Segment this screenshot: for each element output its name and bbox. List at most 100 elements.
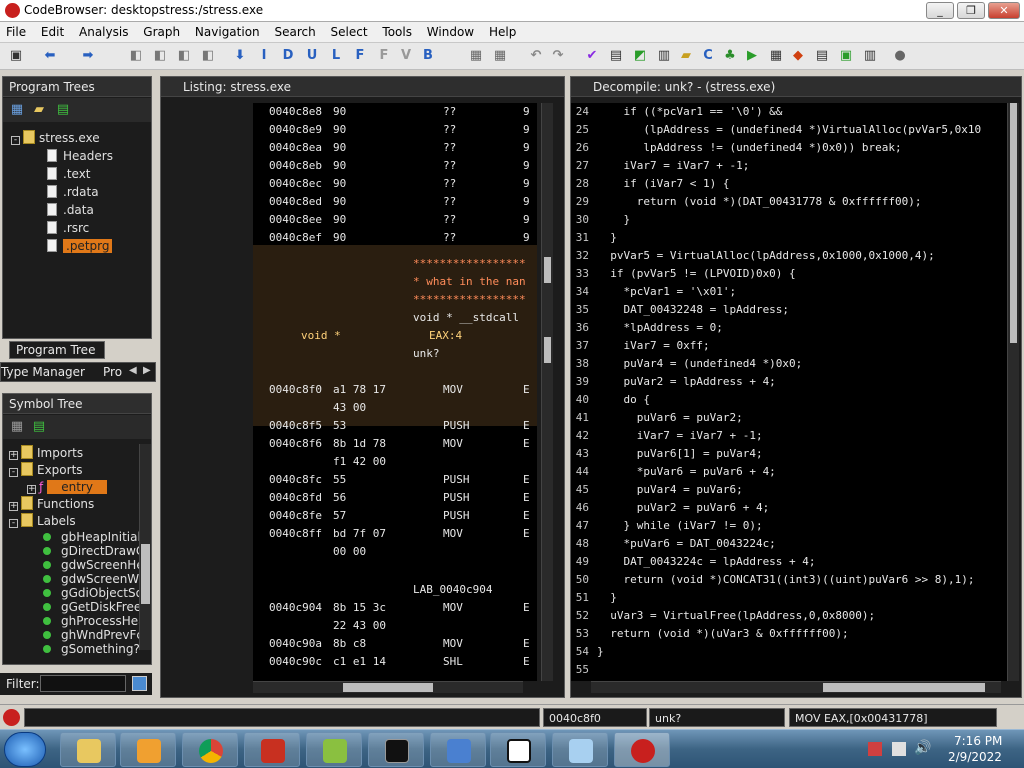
bytes-icon-2[interactable]: ▦ xyxy=(492,48,508,64)
line-number: 32 xyxy=(575,249,589,262)
header-comment: * what in the nan xyxy=(413,275,526,288)
filter-label: Filter: xyxy=(6,677,40,691)
menu-edit[interactable]: Edit xyxy=(35,22,69,39)
menu-window[interactable]: Window xyxy=(421,22,479,39)
u-icon[interactable]: U xyxy=(304,48,320,64)
code-text: (lpAddress = (undefined4 *)VirtualAlloc(… xyxy=(597,123,982,136)
menu-navigation[interactable]: Navigation xyxy=(189,22,265,39)
menu-help[interactable]: Help xyxy=(483,22,521,39)
taskbar-7zip[interactable] xyxy=(490,732,546,767)
folder-icon[interactable]: ▰ xyxy=(678,48,694,64)
row-bytes: 00 00 xyxy=(333,545,367,558)
listing-horizontal-scrollbar[interactable] xyxy=(253,681,523,693)
tree-action-icon[interactable]: ▤ xyxy=(55,102,71,118)
program-tab-2[interactable]: Pro xyxy=(103,365,122,379)
taskbar-notepadpp[interactable] xyxy=(306,732,362,767)
type-manager-tab[interactable]: Type Manager xyxy=(1,365,85,379)
v-icon[interactable]: V xyxy=(398,48,414,64)
symbol-labels[interactable]: - Labels xyxy=(9,513,76,529)
symbol-entry[interactable]: + ƒ entry xyxy=(27,479,107,495)
tool-icon-2[interactable]: ◩ xyxy=(632,48,648,64)
f-icon[interactable]: F xyxy=(352,48,368,64)
tool-icon-1[interactable]: ▤ xyxy=(608,48,624,64)
tray-flag-icon[interactable] xyxy=(892,742,906,756)
menu-file[interactable]: File xyxy=(0,22,31,39)
undo-icon[interactable]: ↶ xyxy=(528,48,544,64)
filter-clear-icon[interactable] xyxy=(132,676,147,691)
decompile-vertical-scrollbar[interactable] xyxy=(1007,103,1019,681)
taskbar-explorer[interactable] xyxy=(60,732,116,767)
close-button[interactable]: ✕ xyxy=(988,2,1020,19)
back-icon[interactable]: ⬅ xyxy=(42,48,58,64)
l-icon[interactable]: L xyxy=(328,48,344,64)
taskbar-chrome[interactable] xyxy=(182,732,238,767)
listing-vertical-scrollbar[interactable] xyxy=(541,103,553,681)
menu-analysis[interactable]: Analysis xyxy=(73,22,133,39)
menu-graph[interactable]: Graph xyxy=(137,22,185,39)
b-icon[interactable]: B xyxy=(420,48,436,64)
nav-icon-1[interactable]: ◧ xyxy=(128,48,144,64)
d-icon[interactable]: D xyxy=(280,48,296,64)
tree-item-petprg[interactable]: .petprg xyxy=(47,238,113,254)
nav-icon-4[interactable]: ◧ xyxy=(200,48,216,64)
tool-icon-11[interactable]: ▣ xyxy=(838,48,854,64)
symbol-action-icon-2[interactable]: ▤ xyxy=(31,419,47,435)
clock-date[interactable]: 2/9/2022 xyxy=(948,750,1002,764)
nav-icon-3[interactable]: ◧ xyxy=(176,48,192,64)
tool-icon-8[interactable]: ▦ xyxy=(768,48,784,64)
f2-icon[interactable]: F xyxy=(376,48,392,64)
new-tree-icon[interactable]: ▦ xyxy=(9,102,25,118)
maximize-button[interactable]: ❐ xyxy=(957,2,985,19)
menu-select[interactable]: Select xyxy=(325,22,373,39)
tool-icon-12[interactable]: ▥ xyxy=(862,48,878,64)
tree-item-rsrc[interactable]: .rsrc xyxy=(47,220,89,236)
redo-icon[interactable]: ↷ xyxy=(550,48,566,64)
tray-volume-icon[interactable]: 🔊 xyxy=(914,740,931,756)
chat-icon[interactable]: ● xyxy=(892,48,908,64)
i-icon[interactable]: I xyxy=(256,48,272,64)
taskbar-media-player[interactable] xyxy=(120,732,176,767)
label-item[interactable]: gSomething? xyxy=(43,641,140,657)
tool-icon-5[interactable]: C xyxy=(700,48,716,64)
tree-item-data[interactable]: .data xyxy=(47,202,94,218)
taskbar-app-7[interactable] xyxy=(430,732,486,767)
start-button[interactable] xyxy=(4,732,46,767)
tree-item-rdata[interactable]: .rdata xyxy=(47,184,99,200)
tree-icon[interactable]: ♣ xyxy=(722,48,738,64)
line-number: 42 xyxy=(575,429,589,442)
check-icon[interactable]: ✔ xyxy=(584,48,600,64)
clock-time[interactable]: 7:16 PM xyxy=(954,734,1002,748)
menu-tools[interactable]: Tools xyxy=(376,22,417,39)
tree-item-text[interactable]: .text xyxy=(47,166,91,182)
tool-icon-3[interactable]: ▥ xyxy=(656,48,672,64)
taskbar-cmd[interactable] xyxy=(368,732,424,767)
decompile-horizontal-scrollbar[interactable] xyxy=(591,681,1001,693)
down-arrow-icon[interactable]: ⬇ xyxy=(232,48,248,64)
symbol-tree-scrollbar[interactable] xyxy=(139,444,151,650)
tree-root[interactable]: - stress.exe xyxy=(11,130,100,146)
bytes-icon[interactable]: ▦ xyxy=(468,48,484,64)
taskbar-app-9[interactable] xyxy=(552,732,608,767)
save-icon[interactable]: ▣ xyxy=(8,48,24,64)
minimize-button[interactable]: _ xyxy=(926,2,954,19)
taskbar-ghidra[interactable] xyxy=(614,732,670,767)
symbol-action-icon[interactable]: ▦ xyxy=(9,419,25,435)
diamond-icon[interactable]: ◆ xyxy=(790,48,806,64)
open-folder-icon[interactable]: ▰ xyxy=(31,102,47,118)
forward-icon[interactable]: ➡ xyxy=(80,48,96,64)
symbol-functions[interactable]: + Functions xyxy=(9,496,94,512)
program-tree-tab[interactable]: Program Tree xyxy=(9,341,105,359)
menu-search[interactable]: Search xyxy=(268,22,320,39)
code-text: puVar4 = (undefined4 *)0x0; xyxy=(597,357,803,370)
run-icon[interactable]: ▶ xyxy=(744,48,760,64)
tab-scroll-left-icon[interactable]: ◀ xyxy=(129,365,137,376)
symbol-imports[interactable]: + Imports xyxy=(9,445,83,461)
tray-network-icon[interactable] xyxy=(868,742,882,756)
tool-icon-10[interactable]: ▤ xyxy=(814,48,830,64)
symbol-exports[interactable]: - Exports xyxy=(9,462,83,478)
nav-icon-2[interactable]: ◧ xyxy=(152,48,168,64)
tab-scroll-right-icon[interactable]: ▶ xyxy=(143,365,151,376)
filter-input[interactable] xyxy=(40,675,126,692)
taskbar-app-4[interactable] xyxy=(244,732,300,767)
tree-item-headers[interactable]: Headers xyxy=(47,148,113,164)
